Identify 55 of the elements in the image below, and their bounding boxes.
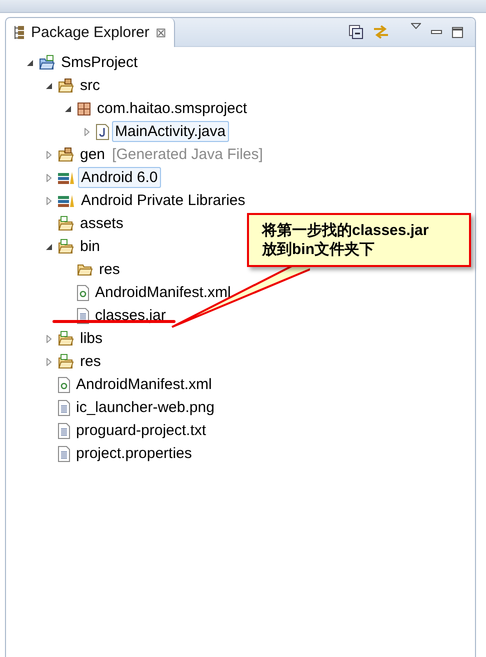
books-icon	[58, 194, 75, 208]
tree-item[interactable]: proguard-project.txt	[73, 420, 210, 441]
callout-text: 将第一步找的classes.jar	[262, 221, 430, 240]
package-folder-icon	[58, 78, 74, 94]
text-file-icon	[58, 400, 70, 416]
tree-item[interactable]: AndroidManifest.xml	[73, 374, 215, 395]
text-file-icon	[58, 422, 70, 438]
tree-item[interactable]: com.haitao.smsproject	[94, 98, 250, 119]
project-folder-icon	[39, 54, 55, 70]
folder-icon	[77, 262, 93, 276]
tree-item[interactable]: MainActivity.java	[112, 121, 229, 142]
view-tab[interactable]: Package Explorer ⊠	[6, 18, 176, 47]
tree-item[interactable]: bin	[77, 236, 104, 257]
collapsed-arrow-icon[interactable]	[82, 128, 90, 136]
expanded-arrow-icon[interactable]	[44, 82, 52, 90]
tree-item[interactable]: ic_launcher-web.png	[73, 397, 218, 418]
tree-item[interactable]: assets	[77, 213, 126, 234]
package-icon	[77, 102, 91, 116]
tree-item[interactable]: AndroidManifest.xml	[92, 282, 234, 303]
tree-item[interactable]: project.properties	[73, 443, 195, 464]
close-icon[interactable]: ⊠	[155, 25, 166, 40]
callout-text: 放到bin文件夹下	[262, 240, 376, 259]
tree-item[interactable]: res	[96, 259, 123, 280]
tree-item[interactable]: SmsProject	[58, 52, 141, 73]
tree-item[interactable]: src	[77, 75, 103, 96]
tree-item[interactable]: gen	[77, 144, 108, 165]
folder-icon	[58, 216, 74, 232]
expanded-arrow-icon[interactable]	[26, 58, 34, 66]
dropdown-icon[interactable]	[411, 23, 421, 29]
tree-item[interactable]: Android 6.0	[78, 167, 161, 188]
minimize-icon[interactable]	[431, 30, 442, 34]
collapsed-arrow-icon[interactable]	[44, 174, 52, 182]
books-icon	[58, 170, 75, 184]
package-folder-icon	[58, 146, 74, 162]
collapsed-arrow-icon[interactable]	[44, 334, 52, 342]
hierarchy-icon	[14, 26, 25, 39]
java-file-icon	[96, 124, 109, 140]
maximize-icon[interactable]	[452, 26, 463, 38]
tree-item[interactable]: Android Private Libraries	[78, 190, 248, 211]
expanded-arrow-icon[interactable]	[64, 104, 72, 112]
expanded-arrow-icon[interactable]	[44, 242, 52, 250]
tree-item[interactable]: res	[77, 351, 104, 372]
tree-item[interactable]: classes.jar	[92, 305, 169, 326]
folder-icon	[58, 330, 74, 346]
collapse-all-icon[interactable]	[349, 25, 363, 39]
folder-icon	[58, 354, 74, 370]
text-file-icon	[58, 446, 70, 462]
tree-item[interactable]: libs	[77, 328, 106, 349]
xml-file-icon	[77, 284, 89, 300]
collapsed-arrow-icon[interactable]	[44, 196, 52, 204]
tree-item-decoration: [Generated Java Files]	[112, 146, 263, 163]
collapsed-arrow-icon[interactable]	[44, 150, 52, 158]
folder-icon	[58, 238, 74, 254]
collapsed-arrow-icon[interactable]	[44, 358, 52, 366]
xml-file-icon	[58, 376, 70, 392]
